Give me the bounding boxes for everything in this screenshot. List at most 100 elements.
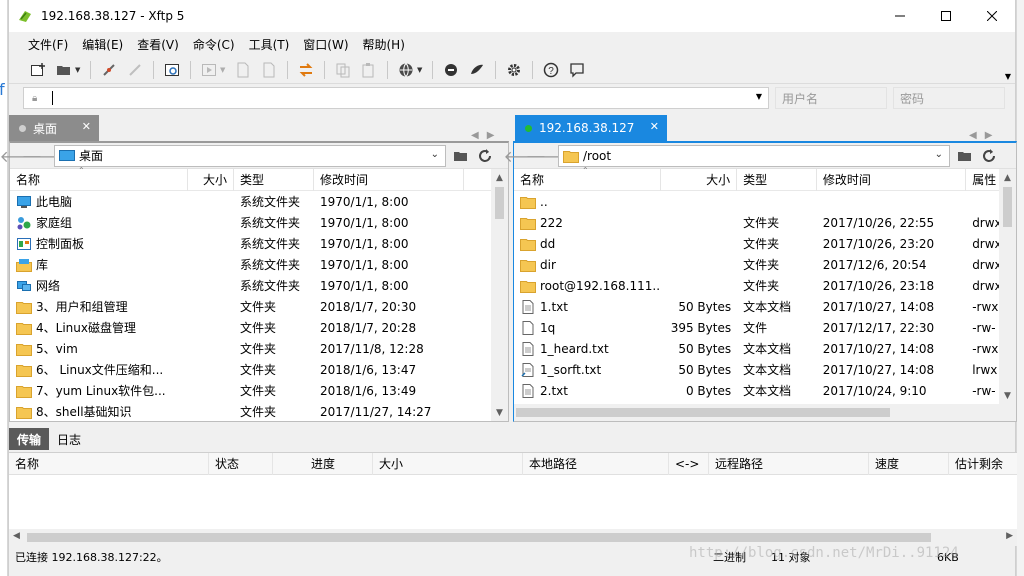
sync-button[interactable] [295, 59, 317, 81]
tab-scroll-right-icon[interactable]: ▶ [985, 130, 993, 141]
left-file-row[interactable]: 7、yum Linux软件包... 文件夹 2018/1/6, 13:49 [10, 380, 508, 401]
open-folder-button[interactable] [954, 145, 976, 167]
right-file-row[interactable]: .. [514, 191, 1016, 212]
scroll-up-icon[interactable]: ▲ [491, 169, 508, 186]
menu-command[interactable]: 命令(C) [186, 36, 242, 53]
right-file-row[interactable]: 2.txt 0 Bytes 文本文档 2017/10/24, 9:10 -rw- [514, 380, 1016, 401]
close-tab-icon[interactable]: ✕ [650, 120, 659, 133]
scrollbar-thumb[interactable] [1003, 187, 1012, 227]
remote-vertical-scrollbar[interactable]: ▲ ▼ [999, 169, 1016, 404]
open-dropdown-icon[interactable]: ▼ [75, 66, 83, 74]
paste-file-button[interactable] [358, 59, 380, 81]
tab-scroll-left-icon[interactable]: ◀ [969, 130, 977, 141]
left-file-row[interactable]: 6、 Linux文件压缩和... 文件夹 2018/1/6, 13:47 [10, 359, 508, 380]
scroll-left-icon[interactable]: ◀ [13, 531, 20, 541]
right-file-row[interactable]: dd 文件夹 2017/10/26, 23:20 drwx [514, 233, 1016, 254]
host-address-input[interactable]: 🔒︎ ▼ [23, 87, 769, 109]
left-file-row[interactable]: 家庭组 系统文件夹 1970/1/1, 8:00 [10, 212, 508, 233]
feedback-button[interactable] [566, 59, 588, 81]
col-transfer-remote-path[interactable]: 远程路径 [709, 452, 869, 475]
col-transfer-speed[interactable]: 速度 [869, 452, 949, 475]
left-col-name-header[interactable]: 名称 ⌃ [10, 166, 188, 191]
left-col-modified-header[interactable]: 修改时间 [314, 168, 464, 191]
open-session-button[interactable] [53, 59, 75, 81]
tab-scroll-left-icon[interactable]: ◀ [471, 130, 479, 141]
close-button[interactable] [969, 0, 1015, 32]
right-col-size-header[interactable]: 大小 [661, 168, 738, 191]
right-file-row[interactable]: dir 文件夹 2017/12/6, 20:54 drwx [514, 254, 1016, 275]
tab-transfer[interactable]: 传输 [9, 428, 50, 450]
scrollbar-thumb[interactable] [516, 408, 890, 417]
remote-path-input[interactable]: /root ⌄ [558, 144, 950, 167]
menu-tools[interactable]: 工具(T) [242, 36, 297, 53]
left-file-row[interactable]: 5、vim 文件夹 2017/11/8, 12:28 [10, 338, 508, 359]
left-file-row[interactable]: 网络 系统文件夹 1970/1/1, 8:00 [10, 275, 508, 296]
xmanager-button[interactable] [466, 59, 488, 81]
right-file-row[interactable]: 1_sorft.txt 50 Bytes 文本文档 2017/10/27, 14:08… [514, 359, 1016, 380]
copy-button[interactable] [232, 59, 254, 81]
col-transfer-eta[interactable]: 估计剩余 [949, 453, 1017, 475]
menu-view[interactable]: 查看(V) [130, 36, 186, 53]
left-file-row[interactable]: 库 系统文件夹 1970/1/1, 8:00 [10, 254, 508, 275]
left-file-row[interactable]: 3、用户和组管理 文件夹 2018/1/7, 20:30 [10, 296, 508, 317]
tab-log[interactable]: 日志 [49, 428, 89, 450]
right-file-row[interactable]: 222 文件夹 2017/10/26, 22:55 drwx [514, 212, 1016, 233]
transfer-horizontal-scrollbar[interactable]: ◀ ▶ [9, 529, 1017, 546]
local-vertical-scrollbar[interactable]: ▲ ▼ [491, 169, 508, 421]
right-file-row[interactable]: 1_heard.txt 50 Bytes 文本文档 2017/10/27, 14:08… [514, 338, 1016, 359]
paste-button[interactable] [258, 59, 280, 81]
left-file-row[interactable]: 4、Linux磁盘管理 文件夹 2018/1/7, 20:28 [10, 317, 508, 338]
tab-scroll-right-icon[interactable]: ▶ [487, 130, 495, 141]
scroll-up-icon[interactable]: ▲ [999, 169, 1016, 186]
refresh-button[interactable] [978, 145, 1000, 167]
local-path-input[interactable]: 桌面 ⌄ [54, 144, 446, 167]
col-transfer-name[interactable]: 名称 [9, 452, 209, 475]
scroll-right-icon[interactable]: ▶ [1006, 531, 1013, 541]
left-file-row[interactable]: 此电脑 系统文件夹 1970/1/1, 8:00 [10, 191, 508, 212]
menu-file[interactable]: 文件(F) [21, 36, 75, 53]
encoding-dropdown-icon[interactable]: ▼ [417, 66, 425, 74]
menu-help[interactable]: 帮助(H) [356, 36, 412, 53]
scrollbar-thumb[interactable] [495, 187, 504, 219]
col-transfer-size[interactable]: 大小 [373, 452, 523, 475]
col-transfer-direction[interactable]: <-> [669, 452, 709, 475]
scroll-down-icon[interactable]: ▼ [999, 387, 1016, 404]
forward-arrow-icon[interactable]: 🡒 [526, 145, 569, 167]
right-col-type-header[interactable]: 类型 [737, 168, 817, 191]
minimize-button[interactable] [877, 0, 923, 32]
open-folder-button[interactable] [450, 145, 472, 167]
path-dropdown-icon[interactable]: ⌄ [935, 149, 943, 160]
password-field[interactable]: 密码 [893, 87, 1005, 109]
maximize-button[interactable] [923, 0, 969, 32]
scroll-down-icon[interactable]: ▼ [491, 404, 508, 421]
transfer-button[interactable] [198, 59, 220, 81]
path-dropdown-icon[interactable]: ⌄ [431, 149, 439, 160]
menu-edit[interactable]: 编辑(E) [75, 36, 130, 53]
transfer-dropdown-icon[interactable]: ▼ [220, 66, 228, 74]
col-transfer-progress[interactable]: 进度 [273, 452, 373, 475]
encoding-button[interactable] [395, 59, 417, 81]
right-file-row[interactable]: root@192.168.111.... 文件夹 2017/10/26, 23:18… [514, 275, 1016, 296]
left-col-size-header[interactable]: 大小 [188, 168, 234, 191]
menu-window[interactable]: 窗口(W) [296, 36, 355, 53]
col-transfer-status[interactable]: 状态 [209, 452, 273, 475]
right-col-modified-header[interactable]: 修改时间 [817, 168, 967, 191]
new-session-button[interactable] [27, 59, 49, 81]
remote-horizontal-scrollbar[interactable] [514, 404, 1016, 421]
address-dropdown-icon[interactable]: ▼ [756, 92, 762, 101]
disconnect-button[interactable] [124, 59, 146, 81]
left-file-row[interactable]: 8、shell基础知识 文件夹 2017/11/27, 14:27 [10, 401, 508, 422]
left-file-row[interactable]: 控制面板 系统文件夹 1970/1/1, 8:00 [10, 233, 508, 254]
forward-arrow-icon[interactable]: 🡒 [22, 145, 65, 167]
right-file-row[interactable]: 1.txt 50 Bytes 文本文档 2017/10/27, 14:08 -rwx [514, 296, 1016, 317]
toolbar-overflow-icon[interactable]: ▼ [1005, 72, 1011, 81]
refresh-button[interactable] [474, 145, 496, 167]
options-button[interactable] [503, 59, 525, 81]
close-tab-icon[interactable]: ✕ [82, 120, 91, 133]
username-field[interactable]: 用户名 [775, 87, 887, 109]
scrollbar-thumb[interactable] [27, 533, 931, 542]
copy-file-button[interactable] [332, 59, 354, 81]
left-col-type-header[interactable]: 类型 [234, 168, 314, 191]
tab-desktop[interactable]: 桌面 ✕ [9, 115, 99, 141]
xshell-button[interactable] [440, 59, 462, 81]
